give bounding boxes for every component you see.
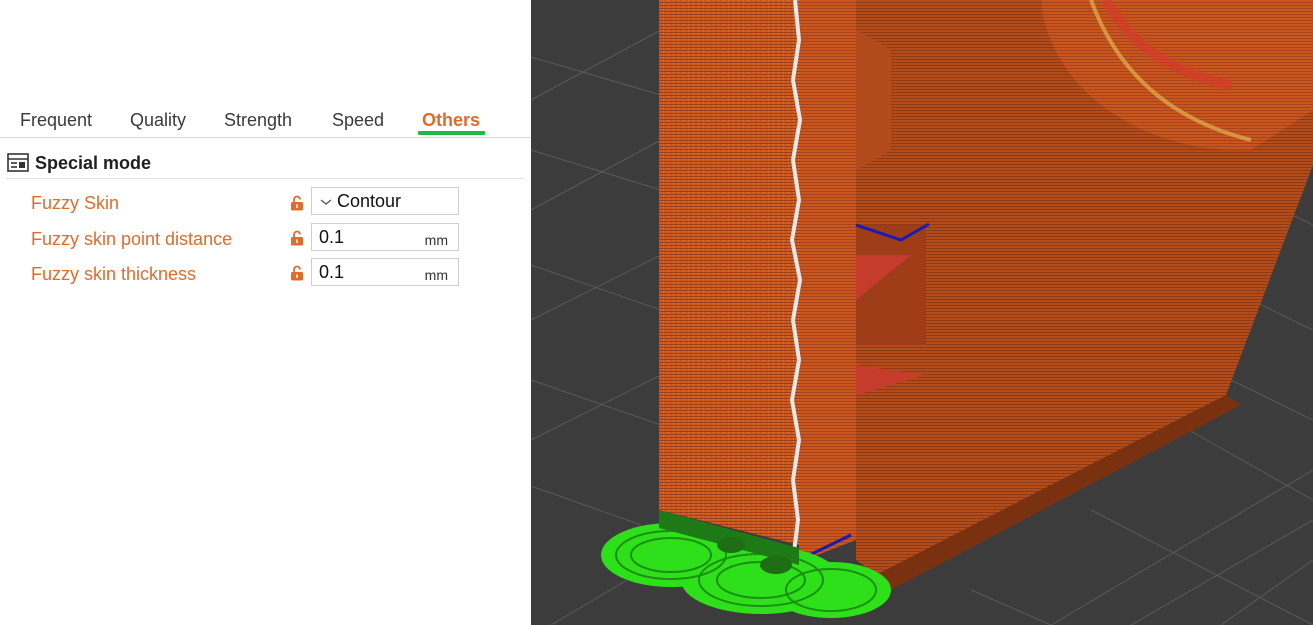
fuzzy-skin-point-distance-label: Fuzzy skin point distance (31, 229, 233, 249)
section-header-special-mode: Special mode (6, 150, 524, 179)
fuzzy-skin-value: Contour (337, 191, 402, 211)
fuzzy-skin-select[interactable]: Contour (311, 187, 459, 215)
3d-preview-viewport[interactable] (531, 0, 1313, 625)
fuzzy-skin-thickness-input[interactable]: 0.1 mm (311, 258, 459, 286)
sliced-model-render (531, 0, 1313, 625)
fuzzy-skin-point-distance-input[interactable]: 0.1 mm (311, 223, 459, 251)
thickness-value: 0.1 (319, 262, 345, 282)
tab-others[interactable]: Others (422, 110, 480, 131)
unlocked-padlock-icon[interactable] (290, 265, 304, 281)
chevron-down-icon (319, 194, 333, 205)
settings-panel-icon (7, 153, 29, 173)
tab-strength[interactable]: Strength (224, 110, 292, 131)
section-title: Special mode (35, 153, 152, 173)
point-distance-value: 0.1 (319, 227, 345, 247)
unlocked-padlock-icon[interactable] (290, 230, 304, 246)
app-root: Frequent Quality Strength Speed Others S… (0, 0, 1313, 625)
tab-speed[interactable]: Speed (332, 110, 384, 131)
fuzzy-skin-thickness-label: Fuzzy skin thickness (31, 264, 197, 284)
thickness-unit: mm (424, 267, 448, 283)
fuzzy-tower (659, 0, 799, 545)
active-tab-indicator (418, 131, 485, 135)
unlocked-padlock-icon[interactable] (290, 195, 304, 211)
fuzzy-skin-label: Fuzzy Skin (31, 193, 120, 213)
tab-frequent[interactable]: Frequent (20, 110, 92, 131)
point-distance-unit: mm (424, 232, 448, 248)
tab-quality[interactable]: Quality (130, 110, 186, 131)
settings-panel: Frequent Quality Strength Speed Others S… (0, 0, 531, 625)
